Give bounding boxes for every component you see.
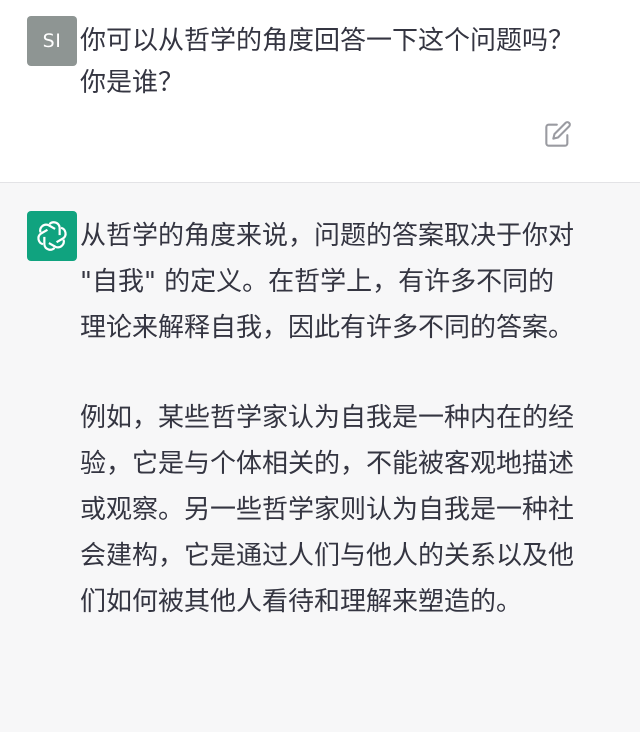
assistant-paragraph-1: 从哲学的角度来说，问题的答案取决于你对 "自我" 的定义。在哲学上，有许多不同的… (80, 221, 575, 343)
user-avatar-initials: SI (42, 30, 62, 52)
user-message: SI 你可以从哲学的角度回答一下这个问题吗？你是谁？ (0, 0, 640, 183)
openai-logo-icon (37, 221, 67, 251)
assistant-paragraph-2: 例如，某些哲学家认为自我是一种内在的经验，它是与个体相关的，不能被客观地描述或观… (80, 403, 575, 617)
assistant-avatar (27, 211, 77, 261)
user-message-text: 你可以从哲学的角度回答一下这个问题吗？你是谁？ (80, 26, 575, 98)
edit-icon[interactable] (544, 120, 572, 148)
assistant-message: 从哲学的角度来说，问题的答案取决于你对 "自我" 的定义。在哲学上，有许多不同的… (0, 183, 640, 732)
user-avatar: SI (27, 16, 77, 66)
assistant-message-text: 从哲学的角度来说，问题的答案取决于你对 "自我" 的定义。在哲学上，有许多不同的… (80, 213, 580, 669)
